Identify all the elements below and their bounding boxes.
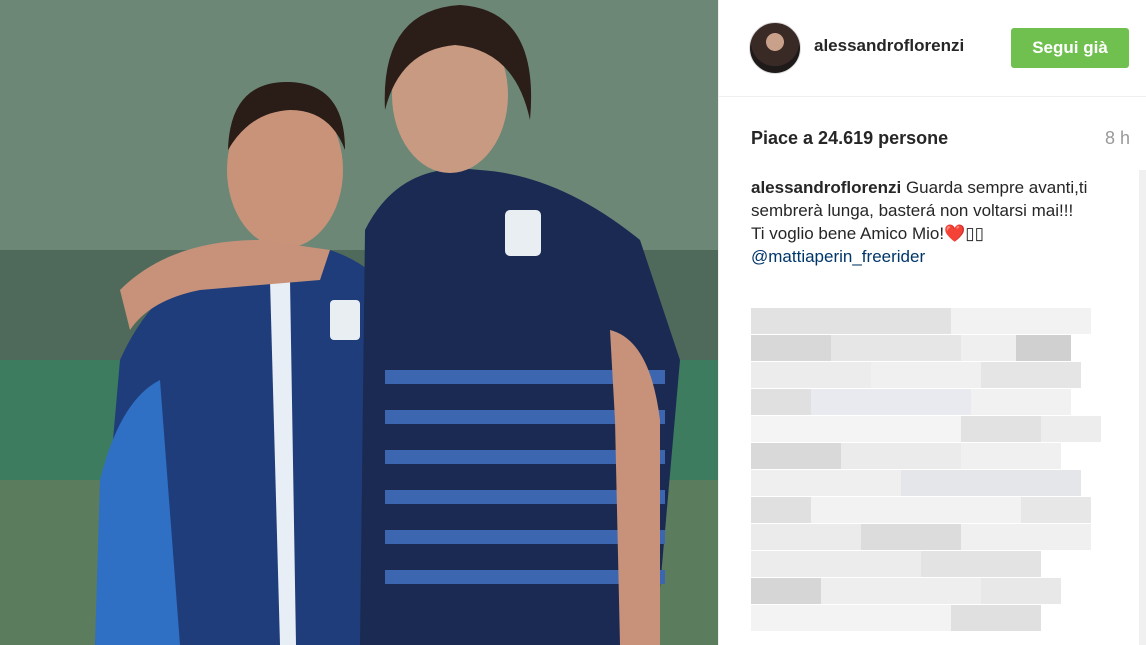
post-photo[interactable] xyxy=(0,0,718,645)
blurred-comments xyxy=(751,308,1111,645)
sidebar-scrollbar[interactable] xyxy=(1139,170,1146,645)
instagram-post: alessandroflorenzi Segui già Piace a 24.… xyxy=(0,0,1146,645)
post-time[interactable]: 8 h xyxy=(1105,128,1130,149)
post-caption: alessandroflorenzi Guarda sempre avanti,… xyxy=(751,176,1091,268)
likes-count[interactable]: Piace a 24.619 persone xyxy=(751,128,948,149)
caption-username[interactable]: alessandroflorenzi xyxy=(751,178,901,197)
post-sidebar: alessandroflorenzi Segui già Piace a 24.… xyxy=(718,0,1146,645)
caption-text-line2: Ti voglio bene Amico Mio!❤️▯▯ xyxy=(751,224,984,243)
post-header: alessandroflorenzi Segui già xyxy=(719,0,1146,97)
profile-avatar[interactable] xyxy=(749,22,801,74)
follow-button[interactable]: Segui già xyxy=(1011,28,1129,68)
photo-illustration xyxy=(0,0,718,645)
caption-mention[interactable]: @mattiaperin_freerider xyxy=(751,247,925,266)
username-link[interactable]: alessandroflorenzi xyxy=(814,36,964,56)
